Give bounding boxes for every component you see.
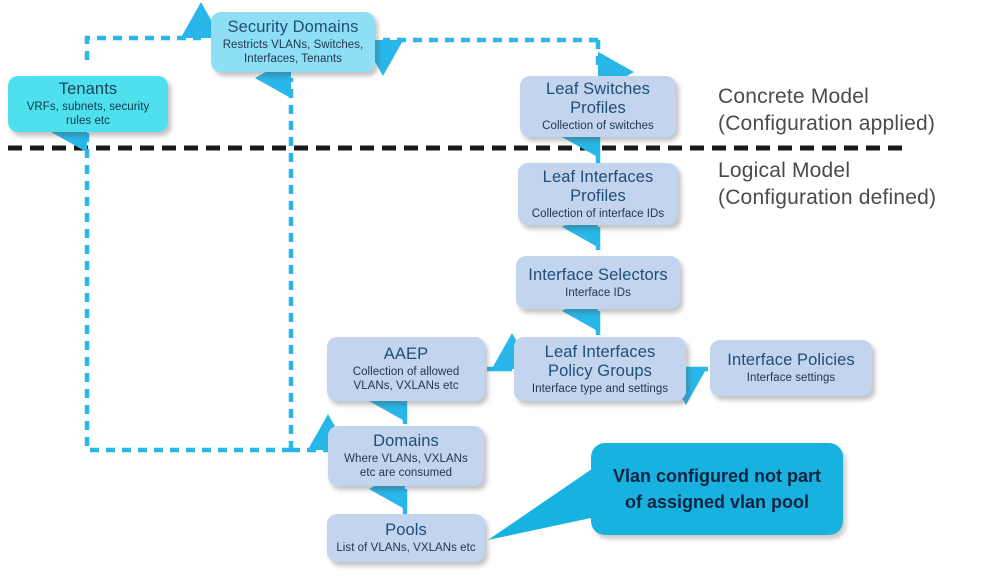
node-interface-policies[interactable]: Interface Policies Interface settings	[710, 340, 872, 396]
node-interface-selectors[interactable]: Interface Selectors Interface IDs	[516, 256, 680, 309]
node-aaep[interactable]: AAEP Collection of allowed VLANs, VXLANs…	[327, 337, 485, 401]
node-tenants-subtitle-line1: VRFs, subnets, security	[26, 101, 150, 113]
node-leaf-interfaces-policy-groups-title-2: Policy Groups	[547, 361, 652, 380]
node-leaf-switches-profiles-subtitle: Collection of switches	[542, 120, 654, 132]
node-leaf-interfaces-profiles-subtitle: Collection of interface IDs	[531, 207, 665, 220]
node-tenants[interactable]: Tenants VRFs, subnets, security rules et…	[8, 76, 168, 132]
node-aaep-subtitle-line2: VLANs, VXLANs etc	[353, 380, 459, 392]
node-leaf-interfaces-profiles-title-2: Profiles	[570, 186, 626, 205]
node-leaf-interfaces-policy-groups-subtitle: Interface type and settings	[531, 382, 669, 395]
node-interface-selectors-title: Interface Selectors	[528, 265, 668, 284]
node-leaf-interfaces-policy-groups[interactable]: Leaf Interfaces Policy Groups Interface …	[514, 337, 686, 401]
node-aaep-title: AAEP	[383, 345, 429, 363]
node-pools-title: Pools	[385, 521, 427, 539]
node-security-domains[interactable]: Security Domains Restricts VLANs, Switch…	[211, 12, 375, 72]
node-leaf-interfaces-profiles[interactable]: Leaf Interfaces Profiles Collection of i…	[518, 163, 678, 225]
caption-concrete-model: Concrete Model (Configuration applied)	[718, 85, 936, 135]
node-leaf-switches-profiles[interactable]: Leaf Switches Profiles Collection of swi…	[520, 76, 676, 137]
node-leaf-switches-profiles-title-2: Profiles	[570, 99, 626, 117]
node-pools[interactable]: Pools List of VLANs, VXLANs etc	[327, 514, 485, 562]
callout-text-line1: Vlan configured not part	[612, 466, 821, 486]
node-domains-subtitle-line2: etc are consumed	[359, 467, 453, 479]
callout-text-line2: of assigned vlan pool	[624, 492, 809, 512]
callout-text: Vlan configured not part of assigned vla…	[613, 463, 821, 515]
node-leaf-interfaces-profiles-title-1: Leaf Interfaces	[542, 167, 654, 186]
node-interface-policies-subtitle: Interface settings	[746, 372, 836, 384]
node-domains-subtitle-line1: Where VLANs, VXLANs	[344, 453, 468, 465]
node-security-domains-title: Security Domains	[227, 18, 359, 36]
node-interface-selectors-subtitle: Interface IDs	[565, 286, 631, 299]
node-security-domains-subtitle-line2: Interfaces, Tenants	[244, 53, 342, 65]
node-tenants-subtitle-line2: rules etc	[66, 115, 110, 127]
caption-logical-model: Logical Model (Configuration defined)	[718, 159, 937, 209]
node-interface-policies-title: Interface Policies	[727, 351, 855, 369]
node-tenants-title: Tenants	[58, 80, 118, 98]
diagram-canvas: Tenants VRFs, subnets, security rules et…	[0, 0, 999, 580]
node-leaf-switches-profiles-title-1: Leaf Switches	[545, 80, 651, 98]
node-domains[interactable]: Domains Where VLANs, VXLANs etc are cons…	[328, 426, 484, 486]
callout-bubble[interactable]: Vlan configured not part of assigned vla…	[591, 443, 843, 535]
node-security-domains-subtitle-line1: Restricts VLANs, Switches,	[222, 39, 364, 51]
node-pools-subtitle: List of VLANs, VXLANs etc	[336, 542, 476, 554]
node-domains-title: Domains	[373, 432, 439, 450]
node-leaf-interfaces-policy-groups-title-1: Leaf Interfaces	[544, 342, 656, 361]
node-aaep-subtitle-line1: Collection of allowed	[352, 366, 460, 378]
